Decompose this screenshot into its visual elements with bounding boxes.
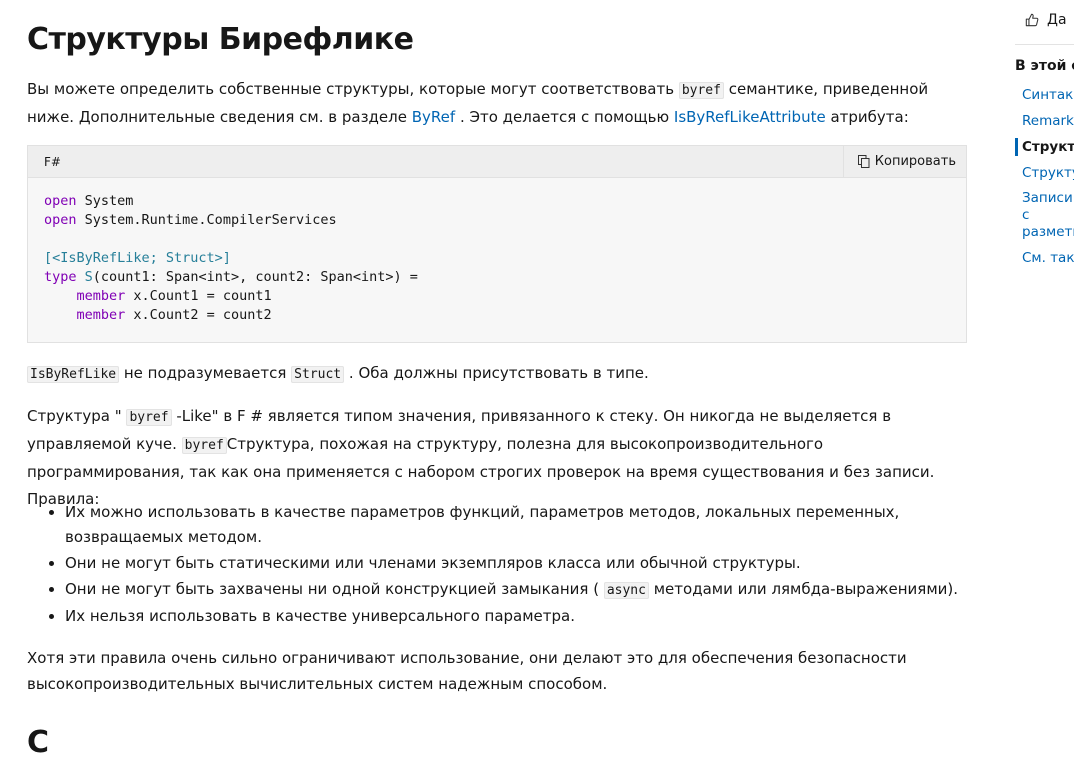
toc-item-remarks[interactable]: Remarks [1015,112,1074,130]
text: Структура " [27,407,127,425]
inline-code: IsByRefLike [27,366,120,383]
code-header: F# Копировать [28,146,966,178]
code-content: open System open System.Runtime.Compiler… [44,192,418,325]
toc-item-records[interactable]: Записи с разметкой [1015,190,1074,241]
keyword: open [44,212,77,228]
text: методами или лямбда-выражениями). [648,580,958,598]
inline-code: Struct [291,366,345,383]
list-item: Они не могут быть статическими или члена… [65,551,965,576]
text: . Оба должны присутствовать в типе. [344,364,649,382]
text: не подразумевается [119,364,292,382]
toc-item-label: Записи с разметкой [1022,190,1074,240]
text: Вы можете определить собственные структу… [27,80,679,98]
text: . Это делается с помощью [455,108,674,126]
toc-title: В этой статье [1015,58,1074,74]
intro-paragraph: Вы можете определить собственные структу… [27,76,972,131]
toc-item-byreflike-structs[interactable]: Структуры Бирефлике [1015,138,1074,156]
keyword: type [44,269,77,285]
byref-like-paragraph: Структура " byref -Like" в F # является … [27,403,972,513]
copy-icon [857,155,870,168]
inline-code: byref [181,437,227,454]
toc-item-structs[interactable]: Структуры [1015,164,1074,182]
code-language: F# [44,155,61,169]
right-rail: Да В этой статье Синтаксис Remarks Струк… [1015,0,1074,743]
feedback-yes-button[interactable]: Да [1025,12,1067,28]
copy-button[interactable]: Копировать [842,146,966,177]
table-of-contents: Синтаксис Remarks Структуры Бирефлике Ст… [1015,86,1074,275]
code-text: System [76,193,134,209]
keyword: open [44,193,77,209]
list-item: Они не могут быть захвачены ни одной кон… [65,577,965,603]
keyword: member [76,307,126,323]
code-text: x.Count1 = count1 [125,288,272,304]
summary-paragraph: Хотя эти правила очень сильно ограничива… [27,649,907,693]
copy-label: Копировать [874,154,956,169]
inline-code: byref [678,82,724,99]
divider [1015,44,1074,45]
thumbs-up-icon [1025,13,1039,27]
attribute: [<IsByRefLike; Struct>] [44,250,231,266]
rules-list: Их можно использовать в качестве парамет… [27,500,965,630]
type-name: S [76,269,93,285]
code-text: (count1: Span<int>, count2: Span<int>) = [92,269,418,285]
toc-item-syntax[interactable]: Синтаксис [1015,86,1074,104]
byref-link[interactable]: ByRef [412,108,455,126]
inline-code: async [603,582,649,599]
isbyreflike-note: IsByRefLike не подразумевается Struct . … [27,360,972,388]
inline-code: byref [126,409,172,426]
feedback-label: Да [1047,12,1067,28]
keyword: member [76,288,126,304]
text: атрибута: [825,108,909,126]
page-title: Структуры Бирефлике [27,22,414,57]
code-text: System.Runtime.CompilerServices [76,212,337,228]
list-item: Их нельзя использовать в качестве универ… [65,604,965,629]
code-text: x.Count2 = count2 [125,307,272,323]
list-item: Их можно использовать в качестве парамет… [65,500,965,550]
isbyreflikeattribute-link[interactable]: IsByRefLikeAttribute [674,108,826,126]
text: Они не могут быть захвачены ни одной кон… [65,580,604,598]
code-block: F# Копировать open System open System.Ru… [27,145,967,343]
toc-item-see-also[interactable]: См. также [1015,249,1074,267]
